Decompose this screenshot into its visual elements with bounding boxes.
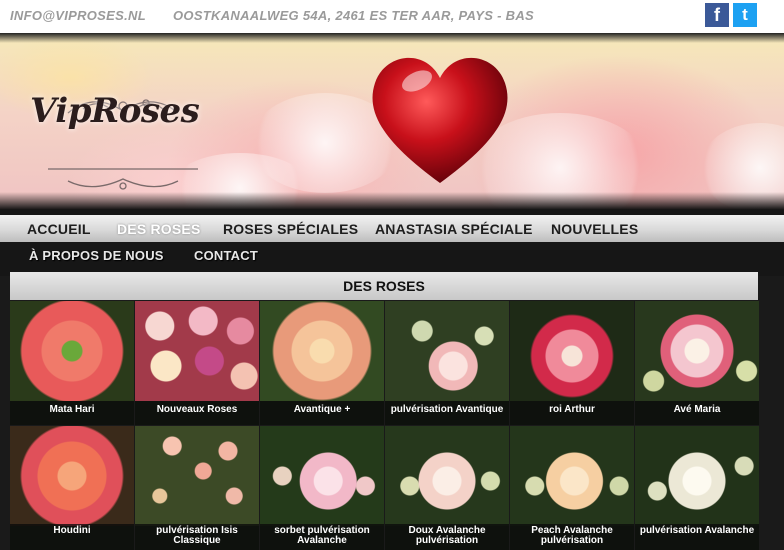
product-name: Nouveaux Roses: [135, 401, 259, 425]
nav-item-des-roses[interactable]: DES ROSES: [117, 221, 201, 237]
contact-email-link[interactable]: INFO@VIPROSES.NL: [10, 8, 146, 23]
twitter-icon[interactable]: t: [733, 3, 757, 27]
rose-image: [635, 426, 759, 526]
product-name: pulvérisation Avantique: [385, 401, 509, 425]
product-name: Avé Maria: [635, 401, 759, 425]
product-name: pulvérisation Avalanche: [635, 524, 759, 550]
rose-image: [260, 301, 384, 401]
rose-image: [510, 426, 634, 526]
nav-item-anastasia-speciale[interactable]: ANASTASIA SPÉCIALE: [375, 221, 533, 237]
product-name: sorbet pulvérisation Avalanche: [260, 524, 384, 550]
nav-row-primary: ACCUEIL DES ROSES ROSES SPÉCIALES ANASTA…: [0, 215, 784, 242]
rose-image: [385, 426, 509, 526]
product-name: roi Arthur: [510, 401, 634, 425]
rose-image: [635, 301, 759, 401]
product-tile[interactable]: roi Arthur: [510, 301, 634, 425]
main-navigation: ACCUEIL DES ROSES ROSES SPÉCIALES ANASTA…: [0, 210, 784, 276]
product-name: Avantique +: [260, 401, 384, 425]
product-name: Peach Avalanche pulvérisation: [510, 524, 634, 550]
product-tile[interactable]: Avantique +: [260, 301, 384, 425]
product-tile[interactable]: sorbet pulvérisation Avalanche: [260, 426, 384, 550]
product-tile[interactable]: Doux Avalanche pulvérisation: [385, 426, 509, 550]
product-tile[interactable]: Peach Avalanche pulvérisation: [510, 426, 634, 550]
red-heart-image: [372, 57, 508, 183]
facebook-icon[interactable]: f: [705, 3, 729, 27]
top-bar: INFO@VIPROSES.NL OOSTKANAALWEG 54A, 2461…: [0, 0, 784, 33]
product-tile[interactable]: Avé Maria: [635, 301, 759, 425]
product-tile[interactable]: Mata Hari: [10, 301, 134, 425]
main-content: DES ROSES Mata Hari Nouveaux Roses Avant…: [0, 272, 784, 550]
hero-banner: VipRoses: [0, 33, 784, 210]
product-tile[interactable]: pulvérisation Avantique: [385, 301, 509, 425]
product-name: Houdini: [10, 524, 134, 550]
product-name: Mata Hari: [10, 401, 134, 425]
nav-item-contact[interactable]: CONTACT: [194, 248, 258, 263]
rose-image: [10, 301, 134, 401]
rose-image: [10, 426, 134, 526]
nav-item-a-propos[interactable]: À PROPOS DE NOUS: [29, 248, 164, 263]
rose-image: [135, 426, 259, 526]
product-tile[interactable]: pulvérisation Isis Classique: [135, 426, 259, 550]
nav-item-nouvelles[interactable]: NOUVELLES: [551, 221, 638, 237]
product-tile[interactable]: pulvérisation Avalanche: [635, 426, 759, 550]
product-tile[interactable]: Nouveaux Roses: [135, 301, 259, 425]
contact-address: OOSTKANAALWEG 54A, 2461 ES TER AAR, PAYS…: [173, 8, 535, 23]
section-title: DES ROSES: [10, 272, 758, 300]
rose-image: [385, 301, 509, 401]
product-tile[interactable]: Houdini: [10, 426, 134, 550]
rose-image: [510, 301, 634, 401]
rose-image: [135, 301, 259, 401]
frost-decoration: [700, 123, 784, 210]
nav-item-roses-speciales[interactable]: ROSES SPÉCIALES: [223, 221, 358, 237]
product-name: Doux Avalanche pulvérisation: [385, 524, 509, 550]
brand-logo[interactable]: VipRoses: [30, 91, 200, 131]
product-name: pulvérisation Isis Classique: [135, 524, 259, 550]
nav-item-accueil[interactable]: ACCUEIL: [27, 221, 91, 237]
rose-image: [260, 426, 384, 526]
product-grid: Mata Hari Nouveaux Roses Avantique + pul…: [10, 301, 759, 550]
